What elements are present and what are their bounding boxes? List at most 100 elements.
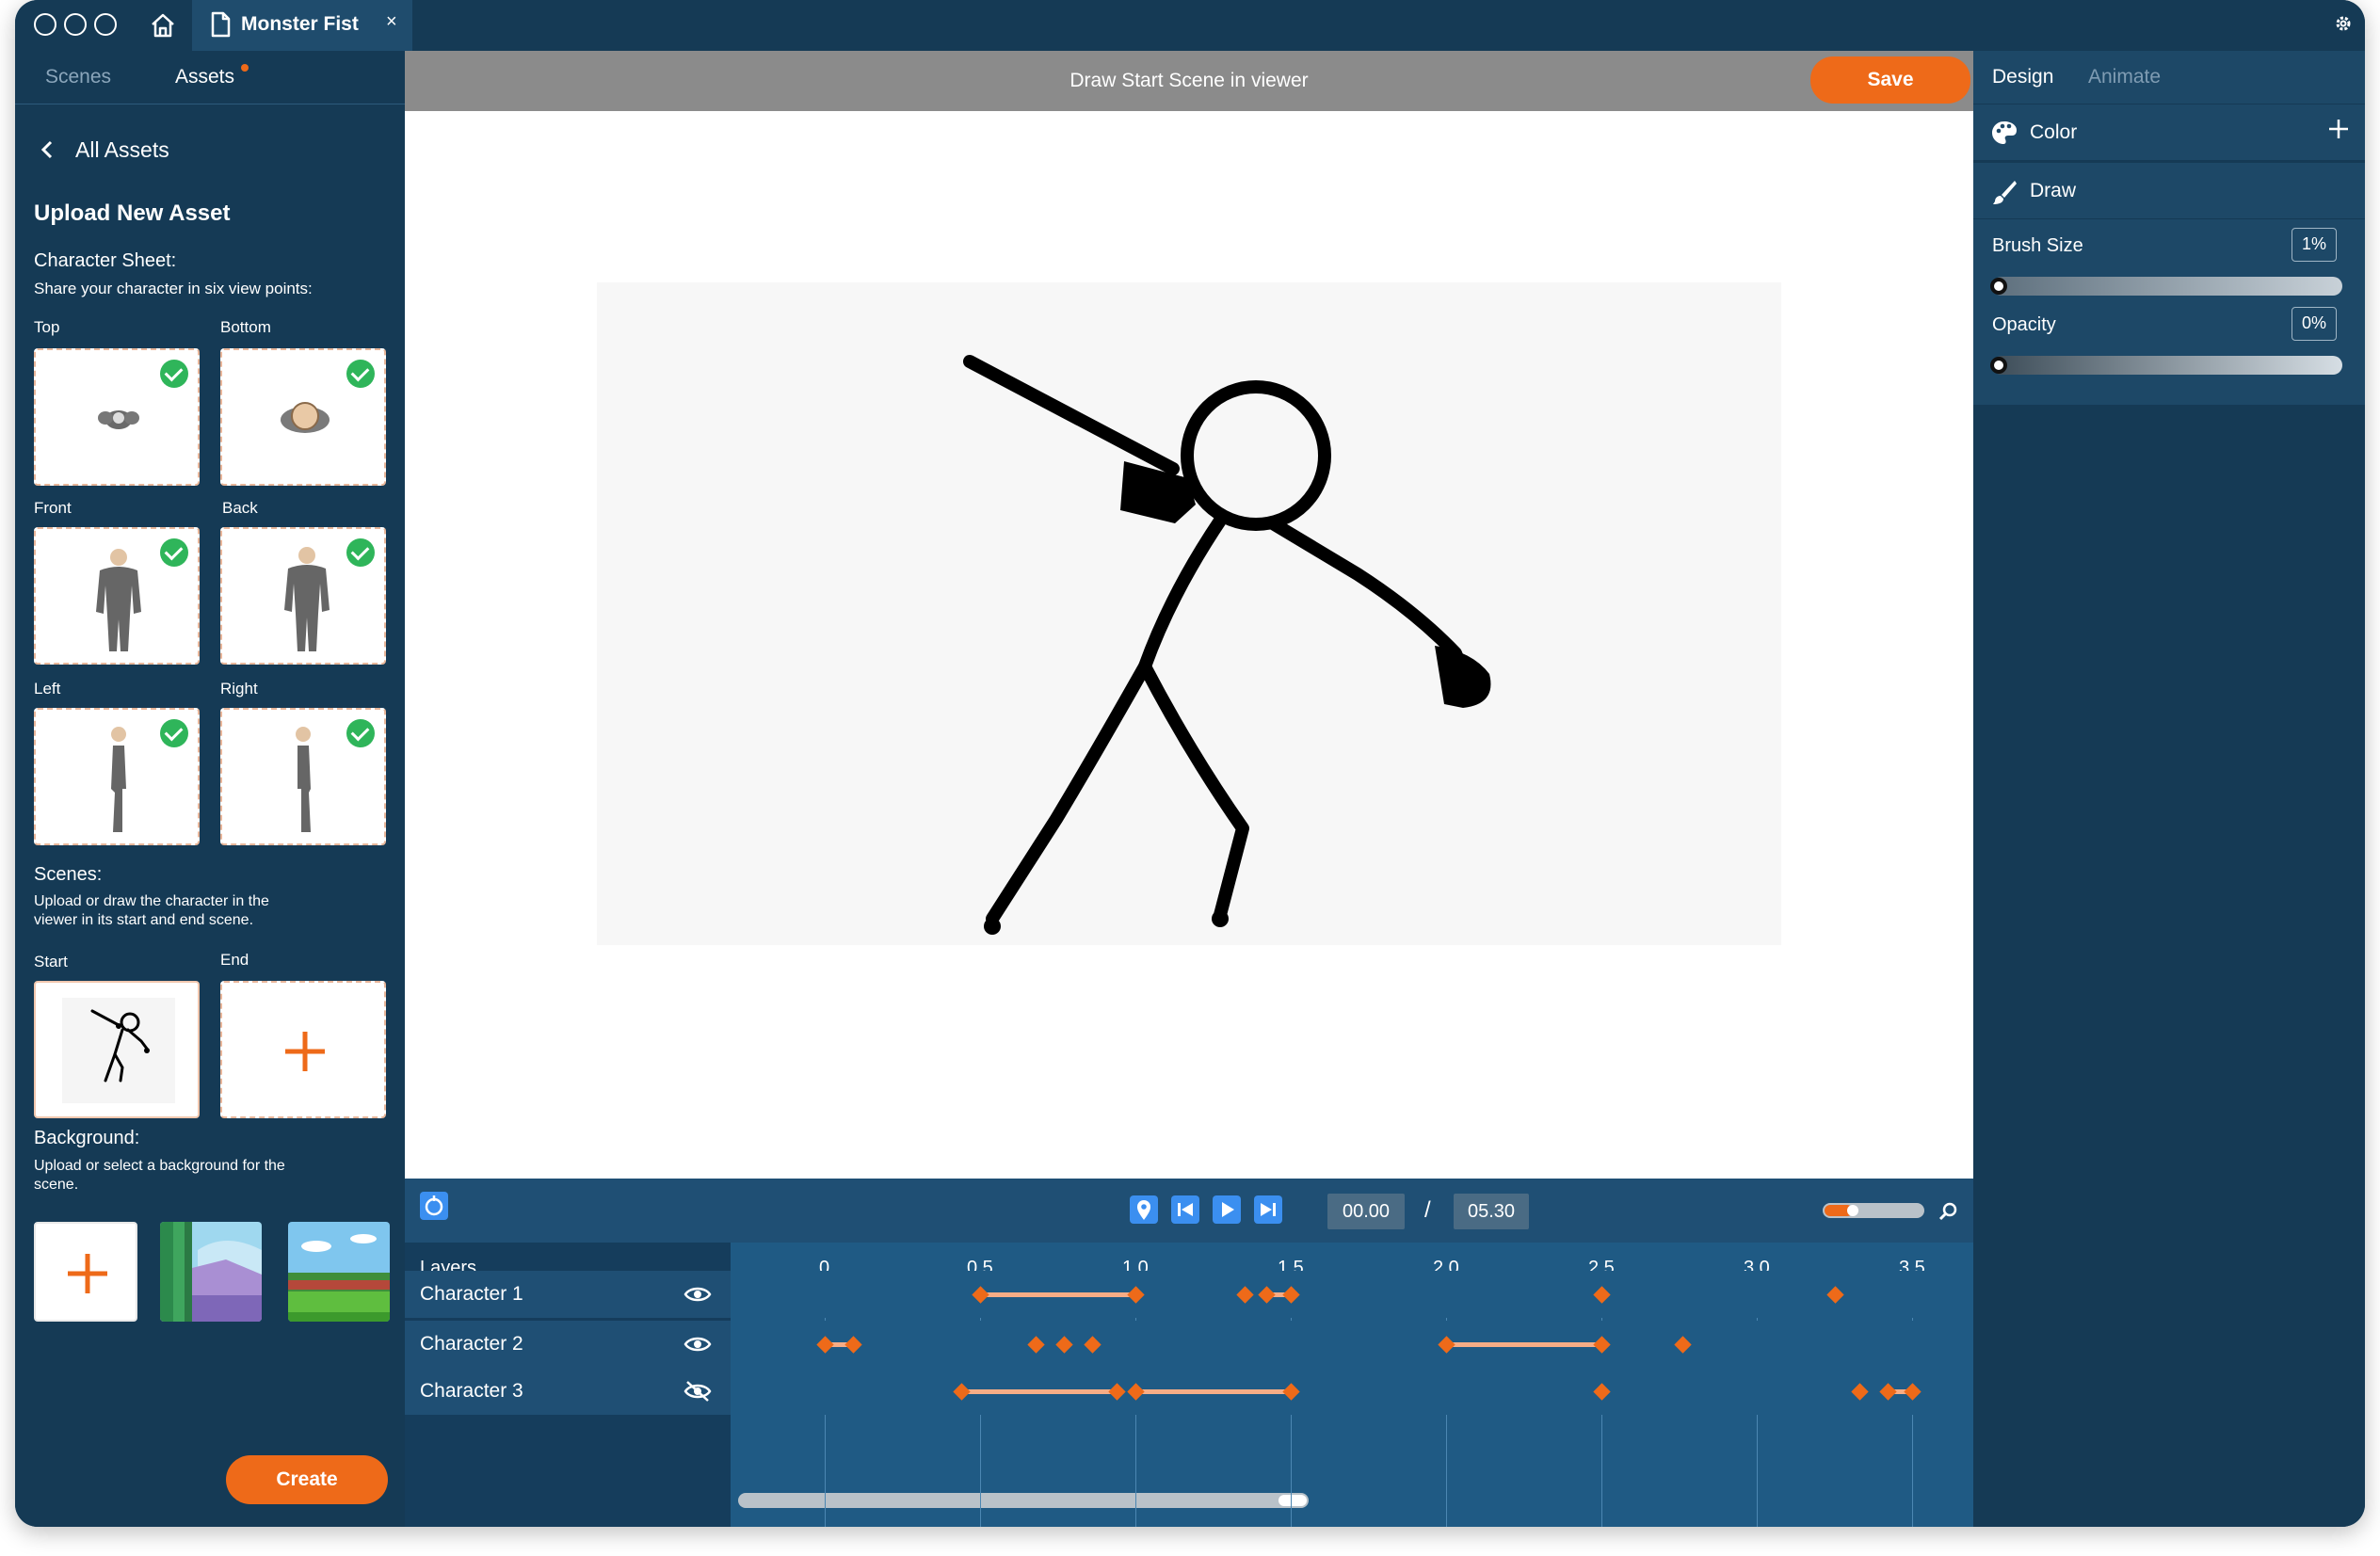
marker-icon[interactable] — [1130, 1195, 1158, 1224]
current-time-field[interactable]: 00.00 — [1327, 1194, 1405, 1229]
app-window: Monster Fist × Scenes Assets All Assets … — [15, 0, 2365, 1527]
keyframe-diamond[interactable] — [1084, 1336, 1102, 1354]
view-slot-front[interactable] — [34, 527, 200, 665]
scene-viewer[interactable] — [405, 111, 1973, 1179]
keyframe-diamond[interactable] — [1878, 1383, 1897, 1401]
color-row[interactable]: Color — [1973, 104, 2365, 161]
eye-icon[interactable] — [683, 1332, 712, 1356]
layers-area: Layers Character 1 Character 2 Character 3… — [405, 1243, 1973, 1527]
skip-forward-icon[interactable] — [1254, 1195, 1282, 1224]
scenes-description-line1: Upload or draw the character in the — [34, 893, 269, 909]
zoom-icon[interactable] — [1938, 1201, 1958, 1222]
add-color-icon[interactable] — [2327, 118, 2350, 140]
zoom-slider-handle[interactable] — [1847, 1205, 1858, 1216]
back-label: All Assets — [75, 137, 169, 162]
eye-icon[interactable] — [683, 1282, 712, 1307]
keyframe-diamond[interactable] — [1127, 1383, 1145, 1401]
keyframe-diamond[interactable] — [1027, 1336, 1046, 1354]
keyframe-diamond[interactable] — [1674, 1336, 1692, 1354]
eye-off-icon[interactable] — [683, 1379, 712, 1404]
tab-design[interactable]: Design — [1992, 66, 2053, 88]
background-description-line1: Upload or select a background for the — [34, 1158, 285, 1174]
view-slot-right[interactable] — [220, 708, 386, 845]
keyframe-diamond[interactable] — [1127, 1286, 1145, 1304]
keyframe-diamond[interactable] — [1282, 1286, 1300, 1304]
layer-row[interactable]: Character 3 — [405, 1368, 731, 1415]
back-to-all-assets[interactable]: All Assets — [36, 136, 318, 168]
window-minimize-button[interactable] — [64, 13, 87, 36]
tab-animate[interactable]: Animate — [2088, 66, 2161, 88]
opacity-slider[interactable] — [1990, 356, 2342, 375]
keyframe-diamond[interactable] — [1593, 1286, 1611, 1304]
view-slot-back[interactable] — [220, 527, 386, 665]
zoom-slider[interactable] — [1823, 1203, 1924, 1218]
keyframe-diamond[interactable] — [844, 1336, 862, 1354]
timeline: 00.00 / 05.30 Layers Character 1 Characte… — [405, 1179, 1973, 1527]
document-tab[interactable]: Monster Fist × — [192, 0, 412, 51]
background-option-meadow[interactable] — [288, 1222, 390, 1322]
keyframe-segment[interactable] — [961, 1389, 1118, 1394]
view-label-back: Back — [222, 499, 258, 517]
save-button[interactable]: Save — [1810, 56, 1970, 104]
keyframe-diamond[interactable] — [1825, 1286, 1844, 1304]
background-upload-button[interactable] — [34, 1222, 137, 1322]
keyframe-diamond[interactable] — [1108, 1383, 1126, 1401]
color-label: Color — [2030, 121, 2078, 143]
play-icon[interactable] — [1213, 1195, 1241, 1224]
timeline-horizontal-scrollbar[interactable] — [738, 1493, 1309, 1508]
gear-icon[interactable] — [2333, 13, 2354, 39]
keyframe-diamond[interactable] — [1851, 1383, 1869, 1401]
keyframe-diamond[interactable] — [1257, 1286, 1276, 1304]
tab-assets[interactable]: Assets — [175, 66, 234, 88]
draw-row[interactable]: Draw — [1973, 161, 2365, 219]
view-slot-left[interactable] — [34, 708, 200, 845]
layer-track[interactable] — [731, 1368, 1973, 1415]
brush-size-value[interactable]: 1% — [2292, 228, 2337, 262]
window-maximize-button[interactable] — [94, 13, 117, 36]
skip-back-icon[interactable] — [1171, 1195, 1199, 1224]
keyframe-diamond[interactable] — [1055, 1336, 1073, 1354]
keyframe-segment[interactable] — [1135, 1389, 1291, 1394]
keyframe-diamond[interactable] — [1438, 1336, 1455, 1354]
layer-name: Character 1 — [420, 1283, 523, 1305]
keyframe-diamond[interactable] — [1904, 1383, 1922, 1401]
brush-size-slider[interactable] — [1990, 277, 2342, 296]
keyframe-diamond[interactable] — [1235, 1286, 1254, 1304]
timeline-tracks[interactable]: 0 0.5 1.0 1.5 2.0 2.5 3.0 3.5 — [731, 1243, 1973, 1527]
layer-name: Character 2 — [420, 1333, 523, 1355]
keyframe-segment[interactable] — [980, 1292, 1135, 1297]
keyframe-diamond[interactable] — [1593, 1383, 1611, 1401]
title-bar: Monster Fist × — [15, 0, 2365, 51]
scene-slot-end[interactable] — [220, 981, 386, 1118]
keyframe-diamond[interactable] — [972, 1286, 989, 1304]
timeline-scroll-thumb[interactable] — [1278, 1495, 1307, 1506]
background-option-forest[interactable] — [160, 1222, 262, 1322]
scenes-description-line2: viewer in its start and end scene. — [34, 912, 254, 928]
brush-size-slider-handle[interactable] — [1990, 278, 2007, 295]
tab-scenes[interactable]: Scenes — [45, 66, 111, 88]
window-close-button[interactable] — [34, 13, 56, 36]
onion-skin-icon[interactable] — [420, 1192, 448, 1220]
layer-track[interactable] — [731, 1321, 1973, 1368]
home-icon[interactable] — [147, 9, 179, 41]
drawing-canvas[interactable] — [597, 282, 1781, 945]
create-button[interactable]: Create — [226, 1455, 388, 1504]
keyframe-diamond[interactable] — [1282, 1383, 1300, 1401]
layer-row[interactable]: Character 1 — [405, 1271, 731, 1318]
view-slot-bottom[interactable] — [220, 348, 386, 486]
view-label-left: Left — [34, 680, 61, 698]
document-tab-close-button[interactable]: × — [386, 11, 397, 33]
view-label-bottom: Bottom — [220, 318, 271, 336]
keyframe-segment[interactable] — [1446, 1342, 1601, 1347]
total-time-field[interactable]: 05.30 — [1454, 1194, 1529, 1229]
keyframe-diamond[interactable] — [1593, 1336, 1611, 1354]
scene-slot-start[interactable] — [34, 981, 200, 1118]
opacity-slider-handle[interactable] — [1990, 357, 2007, 374]
keyframe-diamond[interactable] — [816, 1336, 834, 1354]
view-label-top: Top — [34, 318, 60, 336]
layer-row[interactable]: Character 2 — [405, 1321, 731, 1368]
keyframe-diamond[interactable] — [953, 1383, 971, 1401]
layer-track[interactable] — [731, 1271, 1973, 1318]
view-slot-top[interactable] — [34, 348, 200, 486]
opacity-value[interactable]: 0% — [2292, 307, 2337, 341]
